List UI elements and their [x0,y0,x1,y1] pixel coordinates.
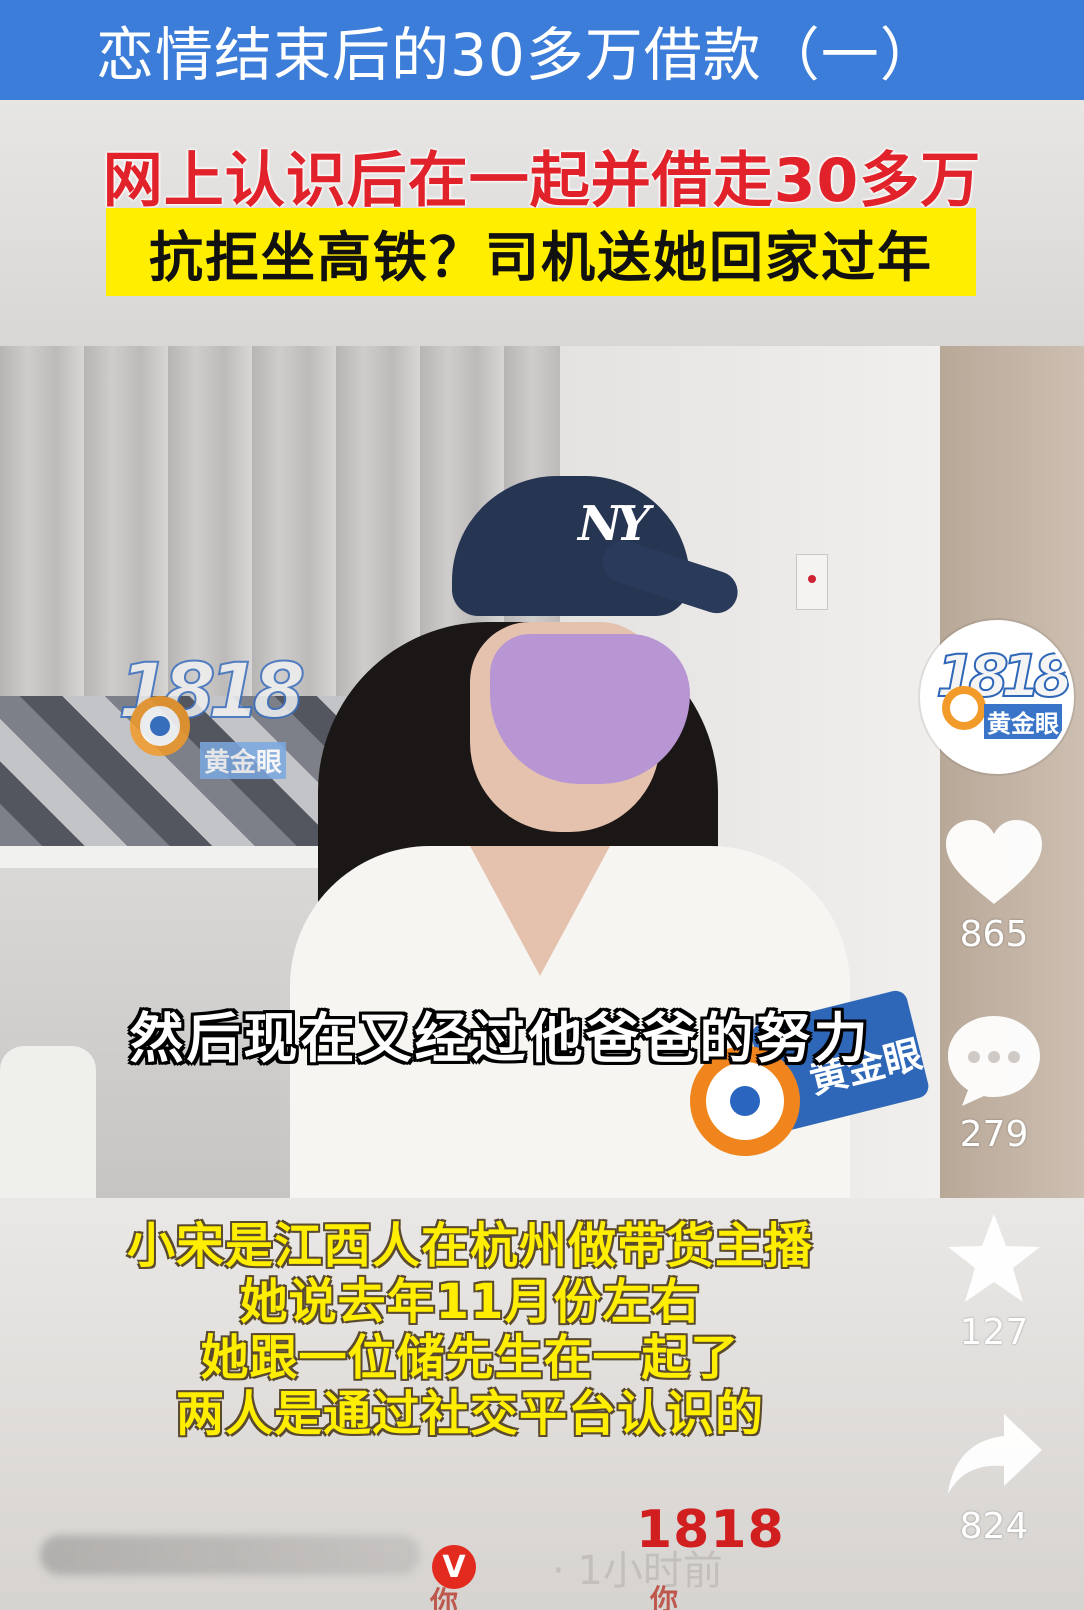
station-logo-ring-icon [130,696,190,756]
wall-switch [796,554,828,610]
post-time: · 1小时前 [552,1548,723,1594]
share-count: 824 [959,1506,1029,1547]
avatar-ring-icon [942,686,986,730]
comment-count: 279 [959,1114,1029,1155]
shelf [0,846,330,868]
author-avatar[interactable]: 1818 黄金眼 [920,620,1074,774]
headline-red: 网上认识后在一起并借走30多万 [102,146,982,216]
heart-icon [946,820,1042,904]
like-count: 865 [959,914,1029,955]
avatar-name: 黄金眼 [984,704,1062,739]
like-button[interactable]: 865 [936,818,1052,955]
share-arrow-icon [948,1414,1042,1494]
blurred-author-handle [40,1535,420,1575]
watermark-text: 你 [430,1585,459,1610]
video-player[interactable]: NY 1818 黄金眼 黄金眼 然后现在又经过他爸爸的努力 [0,346,1084,1198]
caption-line-4: 两人是通过社交平台认识的 [175,1386,764,1442]
cap-logo: NY [578,496,650,552]
video-title: 恋情结束后的30多万借款（一） [96,21,939,89]
watermark-text: 你 [650,1583,679,1610]
comment-icon [948,1016,1040,1106]
video-header-overlay: 网上认识后在一起并借走30多万 抗拒坐高铁？司机送她回家过年 [0,100,1084,346]
comment-button[interactable]: 279 [936,1012,1052,1155]
headline-yellow-box: 抗拒坐高铁？司机送她回家过年 [106,208,976,296]
station-logo-watermark: 1818 黄金眼 [117,645,308,786]
share-button[interactable]: 824 [936,1410,1052,1547]
favorite-button[interactable]: 127 [936,1210,1052,1353]
favorite-count: 127 [959,1312,1029,1353]
headline-yellow: 抗拒坐高铁？司机送她回家过年 [149,225,933,289]
video-post-screen: 恋情结束后的30多万借款（一） 网上认识后在一起并借走30多万 抗拒坐高铁？司机… [0,0,1084,1610]
video-subtitle: 然后现在又经过他爸爸的努力 [129,1007,871,1070]
title-banner: 恋情结束后的30多万借款（一） [0,0,1084,100]
star-icon [948,1214,1040,1302]
person-neck [470,846,610,976]
station-logo-name: 黄金眼 [200,742,287,779]
